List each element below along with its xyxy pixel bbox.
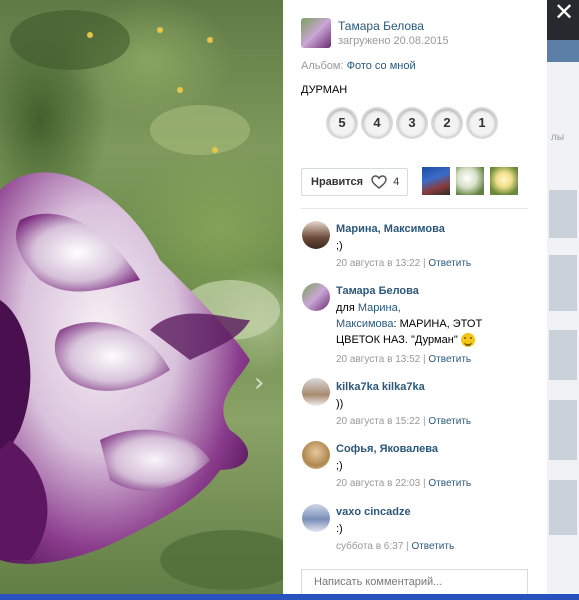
comment-text: для Марина, Максимова: МАРИНА, ЭТОТ ЦВЕТ… xyxy=(336,300,496,348)
album-link[interactable]: Фото со мной xyxy=(347,60,416,72)
comment-author[interactable]: vaxo cincadze xyxy=(336,506,411,518)
comment-meta: 20 августа в 15:22 | Ответить xyxy=(336,416,472,427)
smile-emoji-icon xyxy=(460,333,475,348)
author-avatar[interactable] xyxy=(301,18,331,48)
reply-to-prefix: для xyxy=(336,302,355,314)
os-taskbar xyxy=(0,594,579,600)
album-line: Альбом: Фото со мной xyxy=(301,60,416,72)
reply-button[interactable]: Ответить xyxy=(428,478,471,489)
comment-text: ;) xyxy=(336,460,343,472)
rating-buttons: 5 4 3 2 1 xyxy=(328,109,496,137)
photo-description: ДУРМАН xyxy=(301,84,348,96)
comment-time[interactable]: 20 августа в 13:22 xyxy=(336,258,420,269)
like-count: 4 xyxy=(393,176,400,188)
author-name[interactable]: Тамара Белова xyxy=(338,19,424,33)
commenter-avatar[interactable] xyxy=(302,504,330,532)
upload-date: загружено 20.08.2015 xyxy=(338,35,449,47)
reply-button[interactable]: Ответить xyxy=(428,258,471,269)
commenter-avatar[interactable] xyxy=(302,441,330,469)
like-label: Нравится xyxy=(311,176,364,188)
reply-button[interactable]: Ответить xyxy=(411,541,454,552)
comment-input[interactable]: Написать комментарий... xyxy=(301,569,528,595)
flower-image xyxy=(0,10,283,590)
liker-avatar[interactable] xyxy=(490,167,518,195)
comment-time[interactable]: 20 августа в 22:03 xyxy=(336,478,420,489)
commenter-avatar[interactable] xyxy=(302,221,330,249)
background-block xyxy=(549,330,577,380)
rating-5-button[interactable]: 5 xyxy=(328,109,356,137)
album-prefix: Альбом: xyxy=(301,60,344,72)
background-partial-text: лы xyxy=(551,132,565,143)
reply-button[interactable]: Ответить xyxy=(428,354,471,365)
background-block xyxy=(549,400,577,460)
rating-1-button[interactable]: 1 xyxy=(468,109,496,137)
divider xyxy=(301,208,528,209)
photo-view[interactable]: › xyxy=(0,0,283,600)
reply-button[interactable]: Ответить xyxy=(428,416,471,427)
background-block xyxy=(549,480,577,535)
liker-avatar[interactable] xyxy=(456,167,484,195)
comment-time[interactable]: 20 августа в 15:22 xyxy=(336,416,420,427)
comment-author[interactable]: Марина, Максимова xyxy=(336,223,445,235)
comment-meta: 20 августа в 13:22 | Ответить xyxy=(336,258,472,269)
comment-meta: суббота в 6:37 | Ответить xyxy=(336,541,455,552)
comment-author[interactable]: kilka7ka kilka7ka xyxy=(336,381,425,393)
comment-time[interactable]: 20 августа в 13:52 xyxy=(336,354,420,365)
like-button[interactable]: Нравится 4 xyxy=(301,168,408,196)
heart-icon xyxy=(371,175,387,189)
background-page-strip: лы xyxy=(547,40,579,600)
close-icon[interactable]: ✕ xyxy=(552,0,576,24)
comment-meta: 20 августа в 13:52 | Ответить xyxy=(336,354,472,365)
comment-author[interactable]: Софья, Яковалева xyxy=(336,443,438,455)
comment-meta: 20 августа в 22:03 | Ответить xyxy=(336,478,472,489)
background-block xyxy=(549,190,577,238)
reply-to-link[interactable]: Марина, xyxy=(358,302,401,314)
liker-avatar[interactable] xyxy=(422,167,450,195)
background-header-bar xyxy=(547,40,579,62)
commenter-avatar[interactable] xyxy=(302,378,330,406)
comment-time[interactable]: суббота в 6:37 xyxy=(336,541,403,552)
background-block xyxy=(549,255,577,311)
comment-text: :) xyxy=(336,523,343,535)
commenter-avatar[interactable] xyxy=(302,283,330,311)
rating-2-button[interactable]: 2 xyxy=(433,109,461,137)
comment-text: )) xyxy=(336,398,344,410)
comment-author[interactable]: Тамара Белова xyxy=(336,285,419,297)
rating-4-button[interactable]: 4 xyxy=(363,109,391,137)
next-photo-arrow-icon[interactable]: › xyxy=(254,368,264,398)
rating-3-button[interactable]: 3 xyxy=(398,109,426,137)
reply-to-link[interactable]: Максимова xyxy=(336,318,394,330)
comment-text: ;) xyxy=(336,240,343,252)
